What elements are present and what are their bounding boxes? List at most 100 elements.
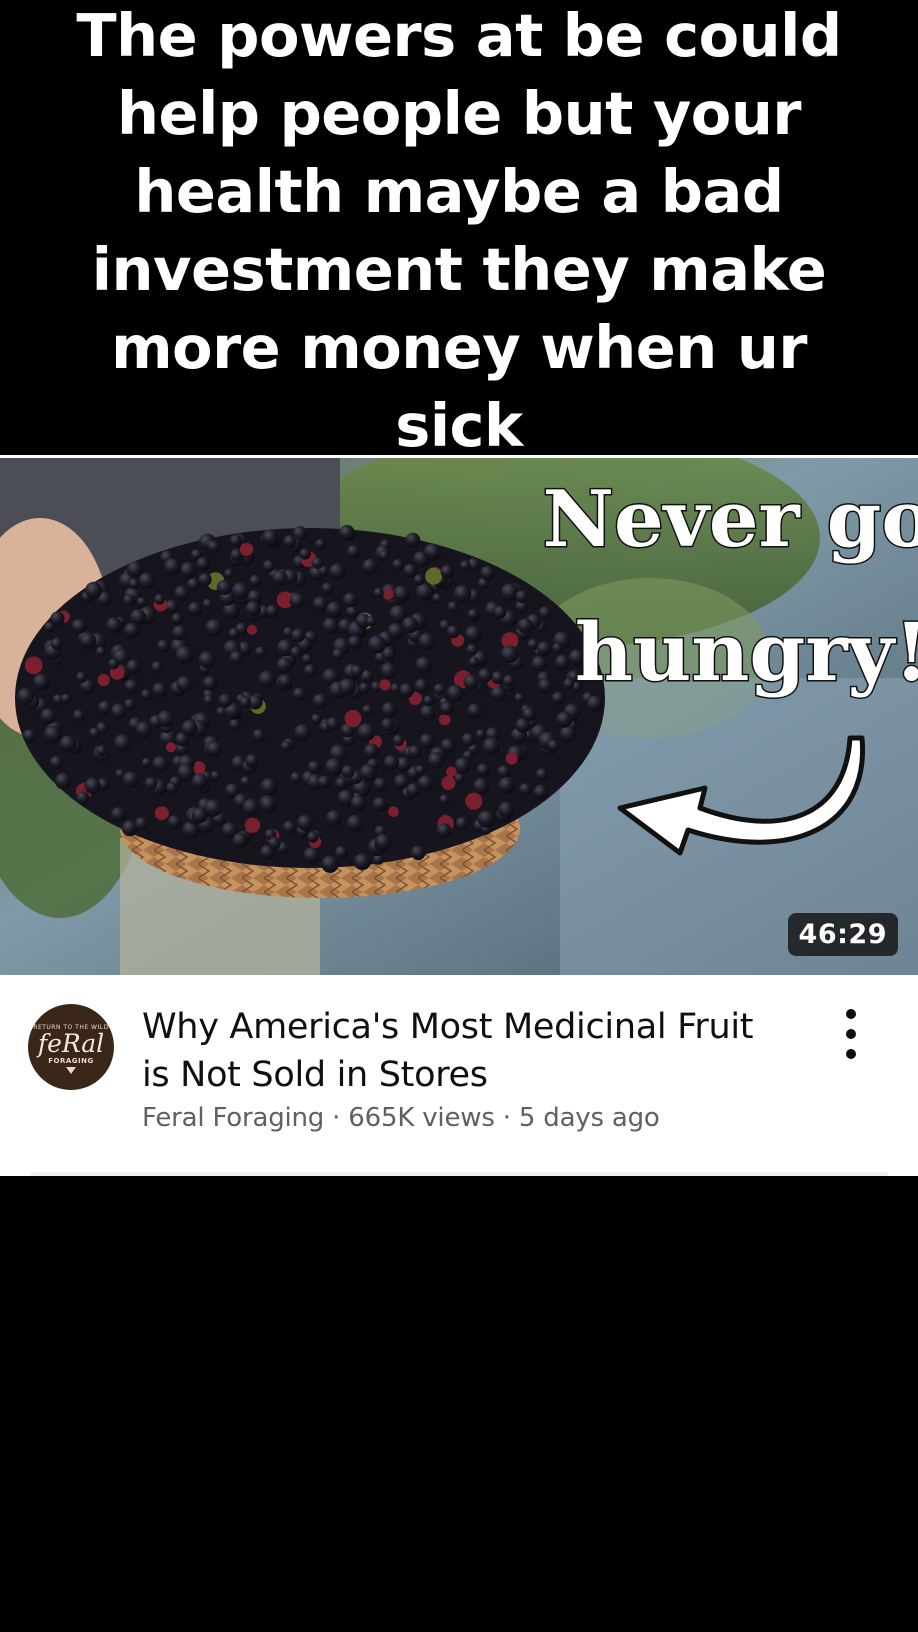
berry [515,590,529,603]
video-info-card[interactable]: RETURN TO THE WILD feRal FORAGING Why Am… [0,975,918,1176]
berry [482,737,501,756]
berry [326,717,340,731]
berry [380,662,397,679]
video-thumbnail[interactable]: Never go hungry! 46:29 [0,458,918,975]
berry [346,814,364,832]
berry [535,768,549,781]
berry [367,635,386,654]
berry [40,708,57,725]
berry [538,678,553,694]
berry [202,676,218,691]
caption-line: more money when ur sick [111,313,807,460]
berry [61,693,72,704]
berry [519,783,532,796]
berry [406,783,421,798]
berry [292,687,306,701]
berry [198,651,216,669]
berry [84,777,101,794]
berry [392,734,404,746]
berry [329,563,346,580]
berry [85,581,103,599]
berry [455,816,469,830]
berry [563,678,575,690]
berry [76,791,90,805]
berry [440,738,456,754]
berry [203,694,215,706]
berry [446,684,464,702]
berry [110,807,126,823]
berry [311,713,322,725]
berry [123,594,135,606]
berry [126,659,141,675]
berry [196,557,210,571]
berry [332,648,344,661]
berry [342,592,358,608]
more-vert-icon[interactable] [836,1009,866,1059]
berry [136,596,147,608]
berry [500,645,519,664]
berry [454,757,471,774]
berry [413,574,425,586]
berry [265,604,279,618]
berry [388,806,399,818]
berry [187,578,200,591]
berry [157,710,175,728]
berry [113,734,132,752]
berry [290,646,303,658]
berry [216,580,232,595]
berry [154,594,165,605]
berry [379,550,390,561]
berry [467,608,479,620]
berry [415,656,433,674]
berry [547,739,560,752]
berry [246,624,257,635]
video-title-line: Why America's Most Medicinal Fruit [142,1007,754,1047]
berry [335,776,348,790]
berry [229,718,241,731]
berry [252,728,266,742]
berry [127,561,144,578]
duration-badge: 46:29 [787,913,898,956]
berry [427,752,445,769]
berry [32,673,51,691]
berry [321,855,339,873]
thumbnail-image: Never go hungry! [0,458,918,975]
berry [79,632,97,650]
berry [202,598,214,610]
berry [359,764,377,782]
dot [846,1009,856,1019]
channel-avatar[interactable]: RETURN TO THE WILD feRal FORAGING [28,1004,114,1090]
caption-line: investment they make [91,235,827,304]
berry [198,573,212,587]
berry [461,732,476,747]
berry [433,683,446,696]
berry [491,671,505,685]
berry [122,771,140,788]
berry [240,776,252,787]
berry [97,673,110,687]
berry [282,820,297,834]
berry [362,558,378,575]
berry [96,746,107,756]
berry [229,534,242,547]
berry [176,675,193,693]
berry [280,740,292,752]
berry [326,601,343,618]
berry [382,588,394,600]
berry [392,558,404,571]
berry [466,643,478,656]
berry [278,674,293,689]
berry [454,773,465,784]
berry [366,616,377,627]
berry [154,806,169,821]
berry [152,756,169,773]
berry [134,817,149,831]
berry [291,628,305,643]
berry [289,592,305,609]
video-title[interactable]: Why America's Most Medicinal Fruit is No… [142,1003,802,1099]
berry [410,845,426,861]
berry [350,665,364,678]
berry [387,622,405,640]
berry [393,585,410,603]
card-edge [30,1172,888,1176]
